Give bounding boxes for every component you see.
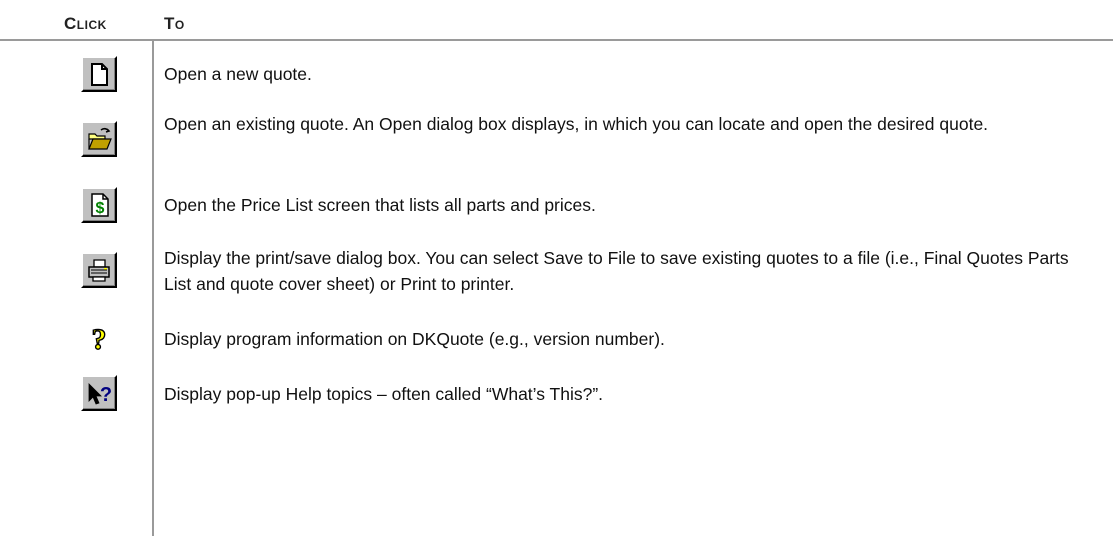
row-description: Display the print/save dialog box. You c… xyxy=(164,248,1069,294)
svg-text:$: $ xyxy=(96,200,105,217)
question-mark-icon: ? xyxy=(91,322,107,354)
new-document-icon xyxy=(91,63,108,86)
svg-text:?: ? xyxy=(100,384,112,406)
row-description: Open the Price List screen that lists al… xyxy=(164,195,596,215)
table-row: Display the print/save dialog box. You c… xyxy=(0,236,1113,310)
table-row: ? Display program information on DKQuote… xyxy=(0,316,1113,362)
column-header-click: Click xyxy=(64,14,107,33)
price-list-icon: $ xyxy=(91,193,109,217)
row-description: Open a new quote. xyxy=(164,64,312,84)
table-row: Open a new quote. xyxy=(0,52,1113,98)
row-description: Open an existing quote. An Open dialog b… xyxy=(164,114,989,134)
open-folder-icon xyxy=(88,127,112,150)
table-row: $ Open the Price List screen that lists … xyxy=(0,182,1113,230)
whats-this-button[interactable]: ? xyxy=(81,375,117,411)
printer-icon xyxy=(88,259,110,282)
print-save-button[interactable] xyxy=(81,252,117,288)
price-list-button[interactable]: $ xyxy=(81,187,117,223)
header-divider xyxy=(0,39,1113,41)
table-row: ? Display pop-up Help topics – often cal… xyxy=(0,368,1113,420)
whats-this-icon: ? xyxy=(88,383,112,406)
about-button[interactable]: ? xyxy=(81,320,117,356)
new-quote-button[interactable] xyxy=(81,56,117,92)
row-description: Display program information on DKQuote (… xyxy=(164,329,665,349)
column-header-to: To xyxy=(164,14,185,33)
table-row: Open an existing quote. An Open dialog b… xyxy=(0,104,1113,176)
svg-text:?: ? xyxy=(92,323,107,354)
row-description: Display pop-up Help topics – often calle… xyxy=(164,384,604,404)
open-quote-button[interactable] xyxy=(81,121,117,157)
